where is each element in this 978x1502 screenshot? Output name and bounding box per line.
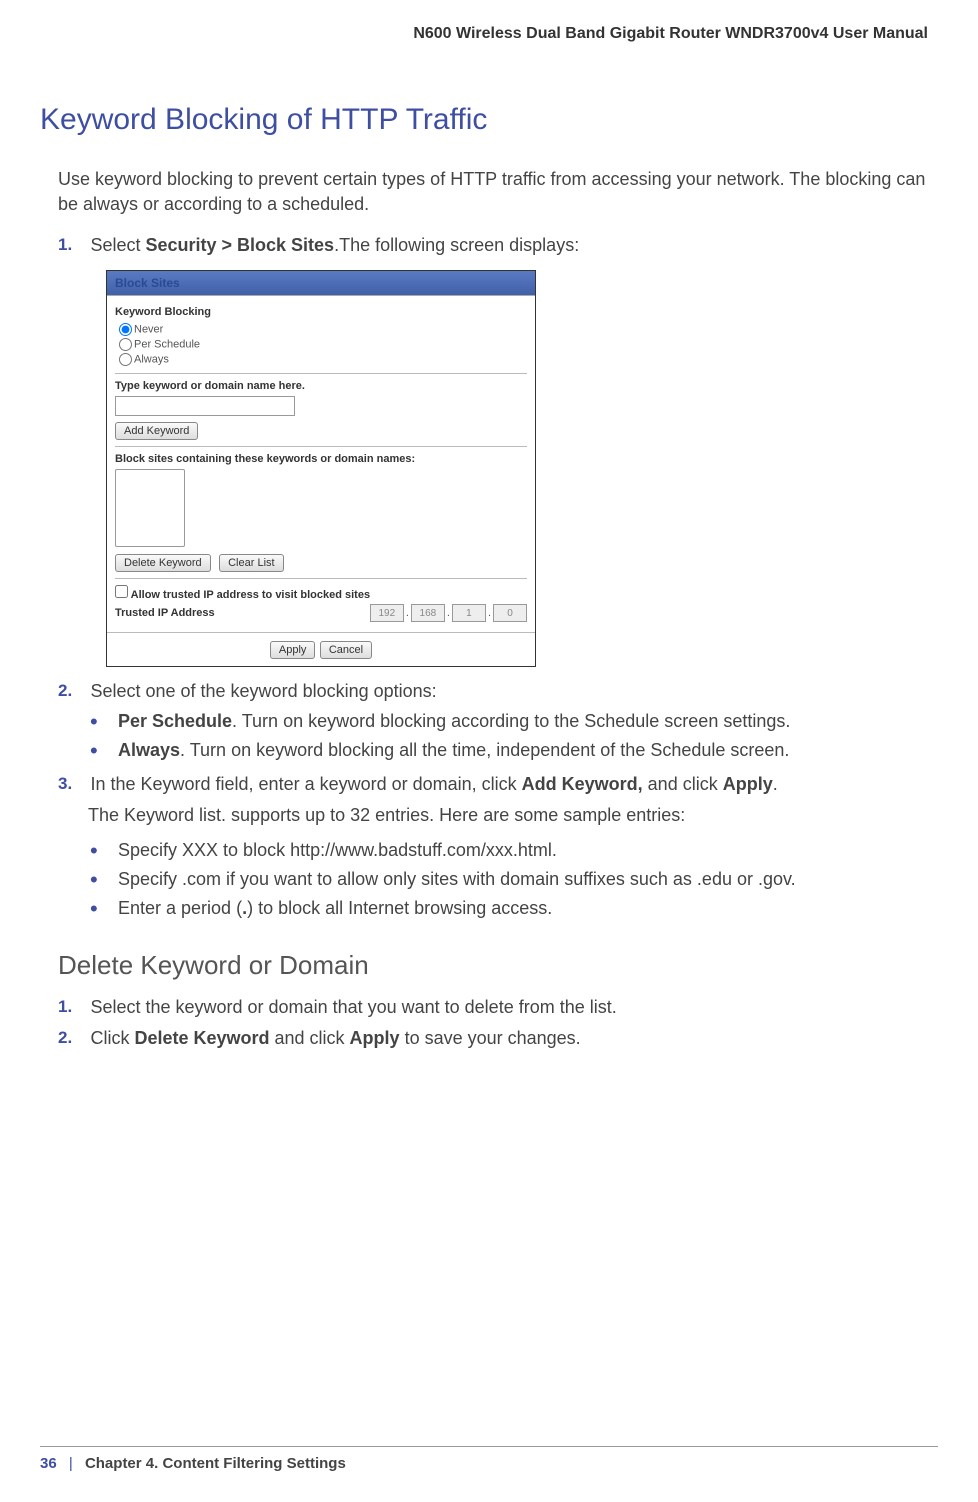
cancel-button[interactable]: Cancel — [320, 641, 372, 659]
example-xxx: Specify XXX to block http://www.badstuff… — [90, 837, 938, 864]
screenshot-title: Block Sites — [107, 271, 535, 296]
delete-keyword-heading: Delete Keyword or Domain — [58, 950, 938, 981]
step-1: 1. Select Security > Block Sites.The fol… — [58, 235, 938, 667]
del2-delete-keyword: Delete Keyword — [134, 1028, 269, 1048]
radio-never[interactable] — [119, 323, 132, 336]
step3-mid: and click — [643, 774, 723, 794]
del2-post: to save your changes. — [400, 1028, 581, 1048]
option-per-schedule: Per Schedule. Turn on keyword blocking a… — [90, 708, 938, 735]
radio-never-row: Never — [119, 322, 527, 337]
step1-menu-path: Security > Block Sites — [145, 235, 334, 255]
step-number: 1. — [58, 235, 86, 255]
trusted-ip-row: Trusted IP Address . . . — [115, 604, 527, 622]
chapter-label: Chapter 4. Content Filtering Settings — [85, 1455, 346, 1472]
keyword-blocking-label: Keyword Blocking — [115, 306, 527, 318]
ip-octet-4[interactable] — [493, 604, 527, 622]
step-number: 1. — [58, 997, 86, 1017]
divider — [115, 446, 527, 447]
keyword-listbox[interactable] — [115, 469, 185, 547]
radio-per-schedule[interactable] — [119, 338, 132, 351]
step-text: Select Security > Block Sites.The follow… — [90, 235, 579, 255]
example-com: Specify .com if you want to allow only s… — [90, 866, 938, 893]
option-always: Always. Turn on keyword blocking all the… — [90, 737, 938, 764]
step3-post: . — [773, 774, 778, 794]
page-footer: 36 | Chapter 4. Content Filtering Settin… — [40, 1446, 938, 1472]
delete-step-2: 2. Click Delete Keyword and click Apply … — [58, 1028, 938, 1049]
step-number: 2. — [58, 1028, 86, 1048]
allow-trusted-checkbox[interactable] — [115, 585, 128, 598]
dot-icon: . — [406, 607, 409, 619]
option-desc: . Turn on keyword blocking all the time,… — [180, 740, 789, 760]
dot-icon: . — [447, 607, 450, 619]
ip-octet-1[interactable] — [370, 604, 404, 622]
list-button-row: Delete Keyword Clear List — [115, 553, 527, 572]
del2-mid: and click — [270, 1028, 350, 1048]
keyword-blocking-radio-group: Never Per Schedule Always — [115, 322, 527, 367]
radio-never-label: Never — [134, 324, 163, 336]
allow-trusted-row: Allow trusted IP address to visit blocke… — [115, 585, 527, 601]
step-text: In the Keyword field, enter a keyword or… — [90, 774, 777, 794]
ip-octet-2[interactable] — [411, 604, 445, 622]
divider — [115, 373, 527, 374]
example-period-post: ) to block all Internet browsing access. — [247, 898, 552, 918]
option-name: Per Schedule — [118, 711, 232, 731]
step-text: Select the keyword or domain that you wa… — [90, 997, 616, 1017]
ip-input-group: . . . — [370, 604, 527, 622]
instruction-steps: 1. Select Security > Block Sites.The fol… — [40, 235, 938, 921]
screenshot-footer-buttons: Apply Cancel — [107, 632, 535, 666]
step-2: 2. Select one of the keyword blocking op… — [58, 681, 938, 764]
step2-options: Per Schedule. Turn on keyword blocking a… — [58, 708, 938, 764]
trusted-section: Allow trusted IP address to visit blocke… — [115, 585, 527, 632]
add-keyword-button[interactable]: Add Keyword — [115, 422, 198, 440]
step1-prefix: Select — [90, 235, 145, 255]
step-3: 3. In the Keyword field, enter a keyword… — [58, 774, 938, 921]
step-text: Select one of the keyword blocking optio… — [90, 681, 436, 701]
intro-paragraph: Use keyword blocking to prevent certain … — [40, 167, 938, 217]
step3-apply: Apply — [723, 774, 773, 794]
block-sites-label: Block sites containing these keywords or… — [115, 453, 527, 465]
example-period: Enter a period (.) to block all Internet… — [90, 895, 938, 922]
footer-divider: | — [69, 1455, 73, 1472]
trusted-ip-label: Trusted IP Address — [115, 607, 215, 619]
step3-examples: Specify XXX to block http://www.badstuff… — [58, 837, 938, 922]
keyword-input[interactable] — [115, 396, 295, 416]
del2-apply: Apply — [350, 1028, 400, 1048]
dot-icon: . — [488, 607, 491, 619]
option-name: Always — [118, 740, 180, 760]
step3-pre: In the Keyword field, enter a keyword or… — [90, 774, 521, 794]
type-keyword-label: Type keyword or domain name here. — [115, 380, 527, 392]
manual-header-title: N600 Wireless Dual Band Gigabit Router W… — [40, 0, 938, 103]
apply-button[interactable]: Apply — [270, 641, 316, 659]
step-number: 2. — [58, 681, 86, 701]
radio-always[interactable] — [119, 353, 132, 366]
delete-keyword-button[interactable]: Delete Keyword — [115, 554, 211, 572]
ip-octet-3[interactable] — [452, 604, 486, 622]
page-number: 36 — [40, 1455, 57, 1472]
page-heading: Keyword Blocking of HTTP Traffic — [40, 103, 938, 137]
step-text: Click Delete Keyword and click Apply to … — [90, 1028, 580, 1048]
allow-trusted-label: Allow trusted IP address to visit blocke… — [131, 589, 370, 601]
delete-steps: 1. Select the keyword or domain that you… — [40, 997, 938, 1049]
radio-always-label: Always — [134, 354, 169, 366]
option-desc: . Turn on keyword blocking according to … — [232, 711, 790, 731]
del2-pre: Click — [90, 1028, 134, 1048]
step1-suffix: .The following screen displays: — [334, 235, 579, 255]
delete-step-1: 1. Select the keyword or domain that you… — [58, 997, 938, 1018]
example-period-pre: Enter a period ( — [118, 898, 242, 918]
radio-per-schedule-label: Per Schedule — [134, 339, 200, 351]
block-sites-screenshot: Block Sites Keyword Blocking Never Per S… — [106, 270, 536, 667]
radio-per-schedule-row: Per Schedule — [119, 337, 527, 352]
clear-list-button[interactable]: Clear List — [219, 554, 283, 572]
step-number: 3. — [58, 774, 86, 794]
divider — [115, 578, 527, 579]
step3-continuation: The Keyword list. supports up to 32 entr… — [58, 803, 938, 828]
step3-add-keyword: Add Keyword, — [522, 774, 643, 794]
radio-always-row: Always — [119, 352, 527, 367]
